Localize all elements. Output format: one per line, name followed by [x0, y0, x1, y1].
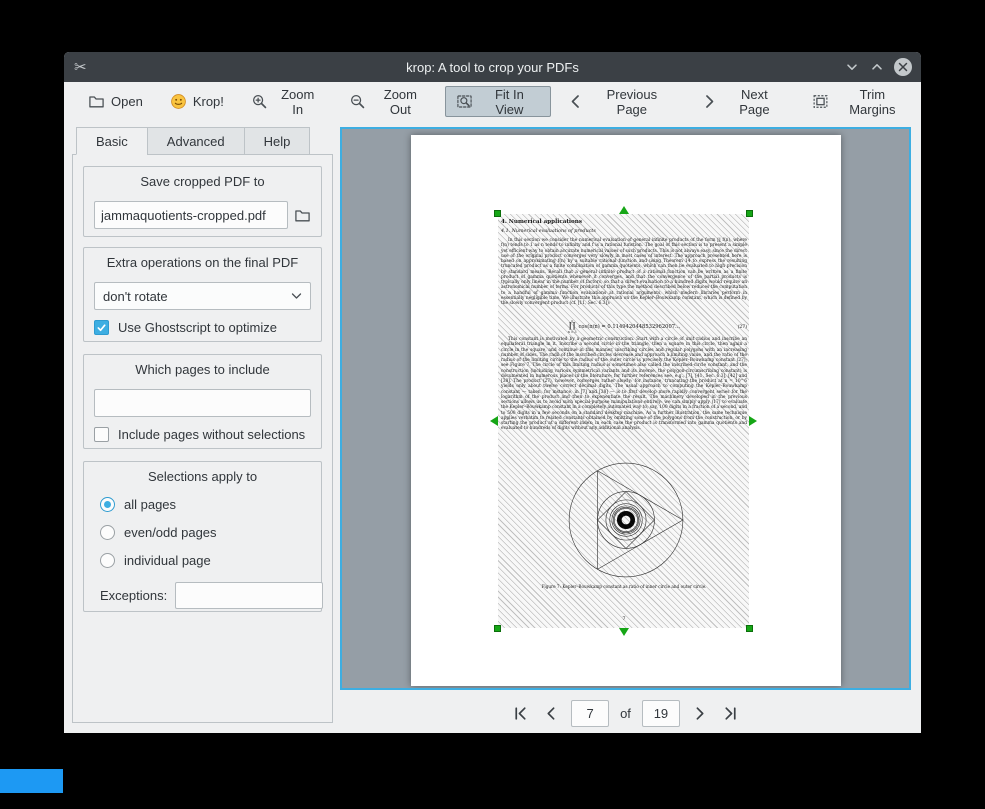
- tab-basic-label: Basic: [96, 134, 128, 149]
- tabbar: Basic Advanced Help: [76, 127, 310, 155]
- krop-label: Krop!: [193, 94, 224, 109]
- trim-margins-icon: [812, 93, 829, 110]
- folder-icon: [294, 207, 311, 224]
- fit-in-view-label: Fit In View: [479, 87, 539, 117]
- tab-advanced[interactable]: Advanced: [147, 127, 244, 155]
- selection-handle-top-right[interactable]: [746, 210, 753, 217]
- check-icon: [96, 322, 107, 333]
- tab-help-label: Help: [264, 134, 291, 149]
- fit-in-view-button[interactable]: Fit In View: [445, 86, 550, 117]
- toolbar: Open Krop! Zoom In Zoom Out Fit In View …: [64, 82, 921, 121]
- selection-handle-left-middle[interactable]: [490, 416, 498, 426]
- filename-input[interactable]: [94, 201, 288, 229]
- even-odd-radio[interactable]: [100, 525, 115, 540]
- open-label: Open: [111, 94, 143, 109]
- all-pages-label: all pages: [124, 497, 176, 512]
- zoom-out-icon: [349, 93, 366, 110]
- selection-handle-bottom-left[interactable]: [494, 625, 501, 632]
- next-page-label: Next Page: [724, 87, 785, 117]
- krop-button[interactable]: Krop!: [159, 86, 235, 117]
- basic-tab-panel: Save cropped PDF to Extra operations on …: [72, 154, 333, 723]
- crop-selection[interactable]: [498, 214, 749, 628]
- pages-group: Which pages to include Include pages wit…: [83, 354, 322, 449]
- smiley-icon: [170, 93, 187, 110]
- tab-basic[interactable]: Basic: [76, 127, 147, 155]
- window-controls: [844, 52, 912, 82]
- fit-in-view-icon: [456, 93, 473, 110]
- radio-row-even-odd: even/odd pages: [100, 525, 321, 540]
- ghostscript-checkbox[interactable]: [94, 320, 109, 335]
- last-page-icon: [722, 705, 739, 722]
- extra-group-title: Extra operations on the final PDF: [84, 255, 321, 270]
- radio-row-individual: individual page: [100, 553, 321, 568]
- selection-handle-top-middle[interactable]: [619, 206, 629, 214]
- selection-handle-bottom-middle[interactable]: [619, 628, 629, 636]
- krop-window: ✂ krop: A tool to crop your PDFs Open Kr…: [64, 52, 921, 733]
- pages-group-title: Which pages to include: [84, 362, 321, 377]
- maximize-icon[interactable]: [869, 59, 885, 75]
- of-label: of: [618, 706, 633, 721]
- trim-margins-label: Trim Margins: [835, 87, 910, 117]
- open-button[interactable]: Open: [77, 86, 154, 117]
- pdf-view: 4. Numerical applications 4.1. Numerical…: [340, 127, 911, 690]
- total-pages-input[interactable]: [642, 700, 680, 727]
- desktop: ✂ krop: A tool to crop your PDFs Open Kr…: [0, 0, 985, 809]
- all-pages-radio[interactable]: [100, 497, 115, 512]
- chevron-left-icon: [543, 705, 560, 722]
- selections-group-title: Selections apply to: [84, 469, 321, 484]
- include-pages-checkbox[interactable]: [94, 427, 109, 442]
- rotate-dropdown[interactable]: don't rotate: [94, 282, 311, 310]
- zoom-out-button[interactable]: Zoom Out: [338, 86, 441, 117]
- selection-handle-top-left[interactable]: [494, 210, 501, 217]
- titlebar[interactable]: ✂ krop: A tool to crop your PDFs: [64, 52, 921, 82]
- selection-handle-right-middle[interactable]: [749, 416, 757, 426]
- next-page-button[interactable]: Next Page: [690, 86, 796, 117]
- previous-page-nav-button[interactable]: [540, 703, 562, 725]
- pages-input[interactable]: [94, 389, 311, 417]
- chevron-right-icon: [701, 93, 718, 110]
- zoom-in-label: Zoom In: [274, 87, 322, 117]
- exceptions-label: Exceptions:: [100, 588, 167, 603]
- chevron-right-icon: [691, 705, 708, 722]
- chevron-down-icon: [291, 292, 302, 300]
- ghostscript-label: Use Ghostscript to optimize: [118, 320, 277, 335]
- window-title: krop: A tool to crop your PDFs: [64, 60, 921, 75]
- individual-page-label: individual page: [124, 553, 211, 568]
- previous-page-label: Previous Page: [590, 87, 674, 117]
- trim-margins-button[interactable]: Trim Margins: [801, 86, 921, 117]
- radio-row-all-pages: all pages: [100, 497, 321, 512]
- selections-group: Selections apply to all pages even/odd p…: [83, 461, 322, 612]
- folder-open-icon: [88, 93, 105, 110]
- next-page-nav-button[interactable]: [689, 703, 711, 725]
- close-icon: [898, 62, 908, 72]
- tab-help[interactable]: Help: [244, 127, 311, 155]
- pdf-page[interactable]: 4. Numerical applications 4.1. Numerical…: [411, 135, 841, 686]
- zoom-out-label: Zoom Out: [372, 87, 430, 117]
- close-button[interactable]: [894, 58, 912, 76]
- last-page-button[interactable]: [720, 703, 742, 725]
- current-page-input[interactable]: [571, 700, 609, 727]
- save-group-title: Save cropped PDF to: [84, 174, 321, 189]
- tab-advanced-label: Advanced: [167, 134, 225, 149]
- browse-button[interactable]: [292, 203, 313, 227]
- chevron-left-icon: [567, 93, 584, 110]
- previous-page-button[interactable]: Previous Page: [556, 86, 685, 117]
- zoom-in-icon: [251, 93, 268, 110]
- taskbar-fragment: [0, 769, 63, 793]
- exceptions-input[interactable]: [175, 582, 323, 609]
- minimize-icon[interactable]: [844, 59, 860, 75]
- page-navigation: of: [340, 699, 911, 728]
- selection-handle-bottom-right[interactable]: [746, 625, 753, 632]
- rotate-dropdown-value: don't rotate: [103, 289, 291, 304]
- scissors-app-icon: ✂: [74, 60, 87, 75]
- save-group: Save cropped PDF to: [83, 166, 322, 237]
- individual-page-radio[interactable]: [100, 553, 115, 568]
- even-odd-label: even/odd pages: [124, 525, 217, 540]
- first-page-icon: [512, 705, 529, 722]
- extra-operations-group: Extra operations on the final PDF don't …: [83, 247, 322, 342]
- include-pages-label: Include pages without selections: [118, 427, 305, 442]
- first-page-button[interactable]: [509, 703, 531, 725]
- zoom-in-button[interactable]: Zoom In: [240, 86, 333, 117]
